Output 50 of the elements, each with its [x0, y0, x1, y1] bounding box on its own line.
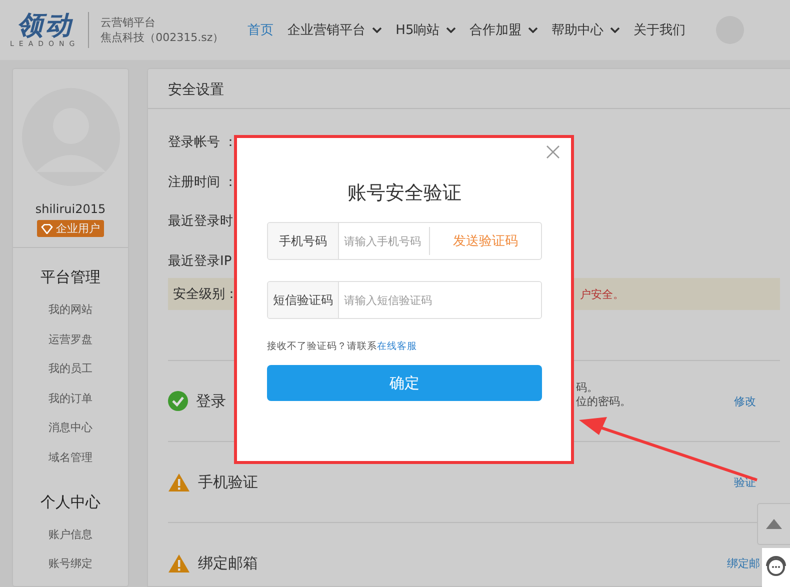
field-label: 手机号码: [268, 223, 339, 259]
sidebar-item[interactable]: 我的订单: [48, 384, 92, 414]
field-label: 短信验证码: [268, 282, 339, 318]
info-label: 注册时间 ：: [168, 174, 238, 192]
item-link[interactable]: 绑定邮: [720, 556, 760, 570]
badge-label: 企业用户: [56, 221, 100, 236]
item-title: 绑定邮箱: [198, 554, 258, 572]
nav-item[interactable]: 首页: [248, 21, 274, 39]
close-button[interactable]: [545, 144, 561, 160]
item-title: 登录: [196, 392, 226, 410]
help-text: 接收不了验证码？请联系在线客服: [267, 340, 418, 353]
item-title: 手机验证: [198, 472, 258, 492]
warning-icon: [168, 472, 190, 492]
item-link[interactable]: 修改: [716, 394, 756, 408]
section-title: 个人中心: [40, 492, 100, 512]
level-label: 安全级别：: [173, 286, 238, 303]
triangle-up-icon: [766, 519, 782, 529]
sidebar-item[interactable]: 我的员工: [48, 354, 92, 384]
sidebar-item[interactable]: 账号绑定: [48, 549, 92, 579]
level-note: 户安全。: [580, 286, 624, 302]
tagline-text: 焦点科技（002315.sz）: [100, 30, 224, 45]
item-description: 码。: [576, 381, 598, 395]
close-icon: [546, 145, 560, 159]
sidebar-item[interactable]: 消息中心: [48, 413, 92, 443]
nav-item[interactable]: H5响站: [396, 21, 456, 39]
section-title: 平台管理: [40, 268, 100, 287]
panel-title: 安全设置: [148, 69, 790, 109]
info-label: 最近登录IP: [168, 252, 232, 270]
nav-item[interactable]: 关于我们: [634, 21, 686, 39]
sidebar-item[interactable]: 域名管理: [48, 442, 92, 473]
dialog-title: 账号安全验证: [346, 181, 462, 206]
service-link[interactable]: 在线客服: [377, 341, 417, 352]
username: shilirui2015: [35, 202, 106, 216]
diamond-icon: [41, 224, 53, 234]
nav-item[interactable]: 帮助中心: [552, 21, 620, 39]
check-circle-icon: [168, 391, 188, 411]
tagline-text: 云营销平台: [100, 15, 156, 30]
info-label: 最近登录时: [168, 213, 233, 231]
sidebar-item[interactable]: 我的网站: [48, 295, 92, 325]
info-label: 登录帐号 ：: [168, 134, 238, 152]
item-description: 位的密码。: [576, 395, 632, 409]
warning-icon: [168, 554, 190, 572]
nav-item[interactable]: 企业营销平台: [288, 21, 382, 39]
sidebar-item[interactable]: 账户信息: [48, 520, 92, 550]
customer-service-button[interactable]: [762, 548, 790, 587]
sidebar-item[interactable]: 运营罗盘: [48, 324, 92, 354]
nav-item[interactable]: 合作加盟: [470, 21, 538, 39]
input-group[interactable]: 短信验证码 请输入短信验证码: [267, 281, 542, 319]
confirm-button[interactable]: 确定: [267, 365, 542, 401]
input-group[interactable]: 手机号码 请输入手机号码 发送验证码: [267, 222, 542, 260]
